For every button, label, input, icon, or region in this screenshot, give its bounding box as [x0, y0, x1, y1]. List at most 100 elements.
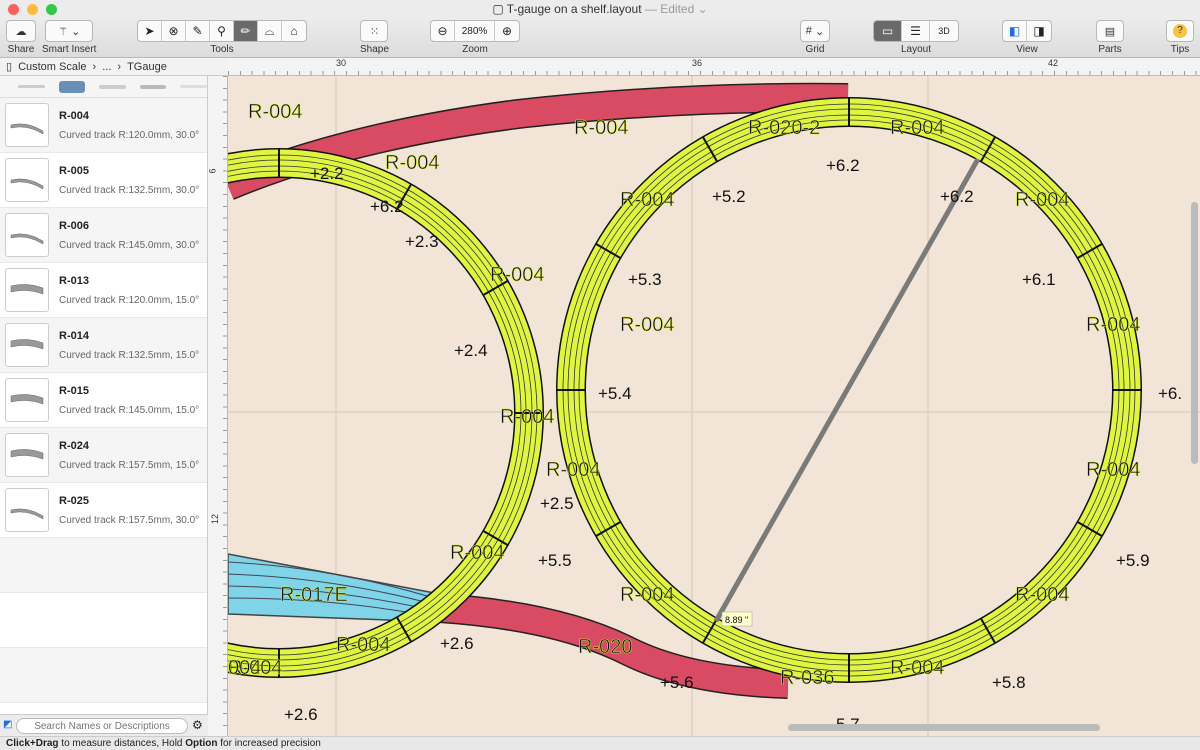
parts-icon[interactable]: ▤ [1096, 20, 1124, 42]
smart-insert-button[interactable]: ⚚ ⌄ [45, 20, 94, 42]
track-thumbnail-icon [5, 158, 49, 202]
breadcrumb-root[interactable]: Custom Scale [18, 61, 86, 73]
height-label: +2.2 [310, 164, 344, 183]
part-item[interactable]: R-024 Curved track R:157.5mm, 15.0° [0, 428, 207, 483]
filter-icon[interactable]: ◩ [3, 719, 12, 730]
view-group[interactable]: ◧ ◨ View [1002, 20, 1052, 55]
cloud-upload-icon[interactable]: ☁ [6, 20, 36, 42]
share-label: Share [7, 44, 35, 55]
wand-icon: ⚚ [58, 25, 69, 38]
layout-split-icon[interactable]: ☰ [902, 21, 930, 41]
track-label: R-004 [1015, 189, 1069, 211]
tools-group[interactable]: ➤ ⊗ ✎ ⚲ ✏ ⌓ ⌂ Tools [137, 20, 307, 55]
tips-group[interactable]: ? Tips [1166, 20, 1194, 55]
search-input[interactable] [16, 718, 188, 734]
window-controls[interactable] [8, 4, 57, 15]
pointer-icon[interactable]: ➤ [138, 21, 162, 41]
track-label: R-004 [574, 117, 628, 139]
chevron-down-icon[interactable]: ⌄ [694, 2, 708, 16]
track-label: R-004 [1086, 459, 1140, 481]
close-window-button[interactable] [8, 4, 19, 15]
breadcrumb-separator: › [117, 61, 122, 73]
parts-sidebar: R-004 Curved track R:120.0mm, 30.0° R-005 C… [0, 76, 208, 736]
sidebar-left-icon[interactable]: ◧ [1003, 21, 1027, 41]
connect-icon[interactable]: ✎ [186, 21, 210, 41]
zoom-window-button[interactable] [46, 4, 57, 15]
measure-readout: 8.89 " [725, 615, 748, 625]
zoom-out-icon[interactable]: ⊖ [431, 21, 455, 41]
track-filter-bar[interactable] [0, 76, 207, 98]
layout-group[interactable]: ▭ ☰ 3D Layout [873, 20, 959, 55]
track-thumbnail-icon [5, 213, 49, 257]
curve-filter-icon[interactable] [58, 80, 86, 93]
track-label: R-004 [490, 264, 544, 286]
parts-label: Parts [1098, 44, 1122, 55]
parts-group[interactable]: ▤ Parts [1096, 20, 1124, 55]
height-label: +5.6 [660, 673, 694, 692]
pin-icon[interactable]: ⚲ [210, 21, 234, 41]
tunnel-icon[interactable]: ⌓ [258, 21, 282, 41]
zoom-control[interactable]: ⊖ 280% ⊕ [430, 20, 520, 42]
breadcrumb-mid[interactable]: ... [102, 61, 111, 73]
shape-group[interactable]: ⁙ Shape [360, 20, 389, 55]
part-item[interactable]: R-015 Curved track R:145.0mm, 15.0° [0, 373, 207, 428]
document-icon: ▢ [492, 2, 507, 16]
status-hint-key: Click+Drag [6, 738, 59, 749]
tools-label: Tools [210, 44, 234, 55]
other-filter-icon[interactable] [180, 85, 207, 88]
gear-icon[interactable]: ⚙ [192, 718, 203, 732]
part-item[interactable]: R-004 Curved track R:120.0mm, 30.0° [0, 98, 207, 153]
layout-segmented[interactable]: ▭ ☰ 3D [873, 20, 959, 42]
height-label: +5.3 [628, 270, 662, 289]
part-item[interactable]: R-005 Curved track R:132.5mm, 30.0° [0, 153, 207, 208]
part-name: R-014 [59, 329, 89, 342]
view-segmented[interactable]: ◧ ◨ [1002, 20, 1052, 42]
track-drawing[interactable]: R-004 R-004 R-004 R-004 R-004 R-004 R-004 R-004… [228, 76, 1200, 736]
track-label: R-020-2 [748, 117, 820, 139]
straight-filter-icon[interactable] [18, 85, 45, 88]
ruler-tick-label: 6 [207, 168, 218, 174]
zoom-in-icon[interactable]: ⊕ [495, 21, 519, 41]
track-label: R-004 [450, 542, 504, 564]
part-item[interactable]: R-014 Curved track R:132.5mm, 15.0° [0, 318, 207, 373]
part-description: Curved track R:120.0mm, 30.0° [59, 129, 200, 141]
part-name: R-005 [59, 164, 89, 177]
track-thumbnail-icon [5, 488, 49, 532]
height-label: +6.1 [1022, 270, 1056, 289]
building-icon[interactable]: ⌂ [282, 21, 306, 41]
measure-icon[interactable]: ✏ [234, 21, 258, 41]
smart-insert-group[interactable]: ⚚ ⌄ Smart Insert [42, 20, 96, 55]
track-label: R-004 [890, 117, 944, 139]
layout-canvas[interactable]: R-004 R-004 R-004 R-004 R-004 R-004 R-004 R-004… [228, 76, 1200, 736]
layout-2d-icon[interactable]: ▭ [874, 21, 902, 41]
layout-3d-icon[interactable]: 3D [930, 21, 958, 41]
height-label: +6.2 [370, 197, 404, 216]
grid-button[interactable]: # ⌄ [800, 20, 830, 42]
share-group[interactable]: ☁ Share [6, 20, 36, 55]
part-description: Curved track R:145.0mm, 15.0° [59, 404, 200, 416]
delete-icon[interactable]: ⊗ [162, 21, 186, 41]
switch-filter-icon[interactable] [99, 84, 126, 89]
edited-status[interactable]: — Edited [645, 2, 694, 16]
breadcrumb-leaf[interactable]: TGauge [127, 61, 167, 73]
tips-button[interactable]: ? [1166, 20, 1194, 42]
layout-label: Layout [900, 44, 932, 55]
shape-icon[interactable]: ⁙ [360, 20, 389, 42]
track-label: R-017E [280, 584, 348, 606]
measure-line[interactable] [713, 157, 981, 623]
grid-group[interactable]: # ⌄ Grid [800, 20, 830, 55]
part-name: R-013 [59, 274, 89, 287]
part-item[interactable]: R-025 Curved track R:157.5mm, 30.0° [0, 483, 207, 538]
part-item[interactable]: R-006 Curved track R:145.0mm, 30.0° [0, 208, 207, 263]
crossing-filter-icon[interactable] [139, 84, 167, 89]
part-item[interactable]: R-013 Curved track R:120.0mm, 15.0° [0, 263, 207, 318]
minimize-window-button[interactable] [27, 4, 38, 15]
zoom-group[interactable]: ⊖ 280% ⊕ Zoom [430, 20, 520, 55]
sidebar-right-icon[interactable]: ◨ [1027, 21, 1051, 41]
zoom-label: Zoom [462, 44, 488, 55]
status-hint-text: for increased precision [217, 738, 321, 749]
status-bar: Click+Drag to measure distances, Hold Op… [0, 736, 1200, 750]
vertical-scrollbar[interactable] [1191, 202, 1198, 464]
tools-segmented[interactable]: ➤ ⊗ ✎ ⚲ ✏ ⌓ ⌂ [137, 20, 307, 42]
horizontal-scrollbar[interactable] [788, 724, 1100, 731]
